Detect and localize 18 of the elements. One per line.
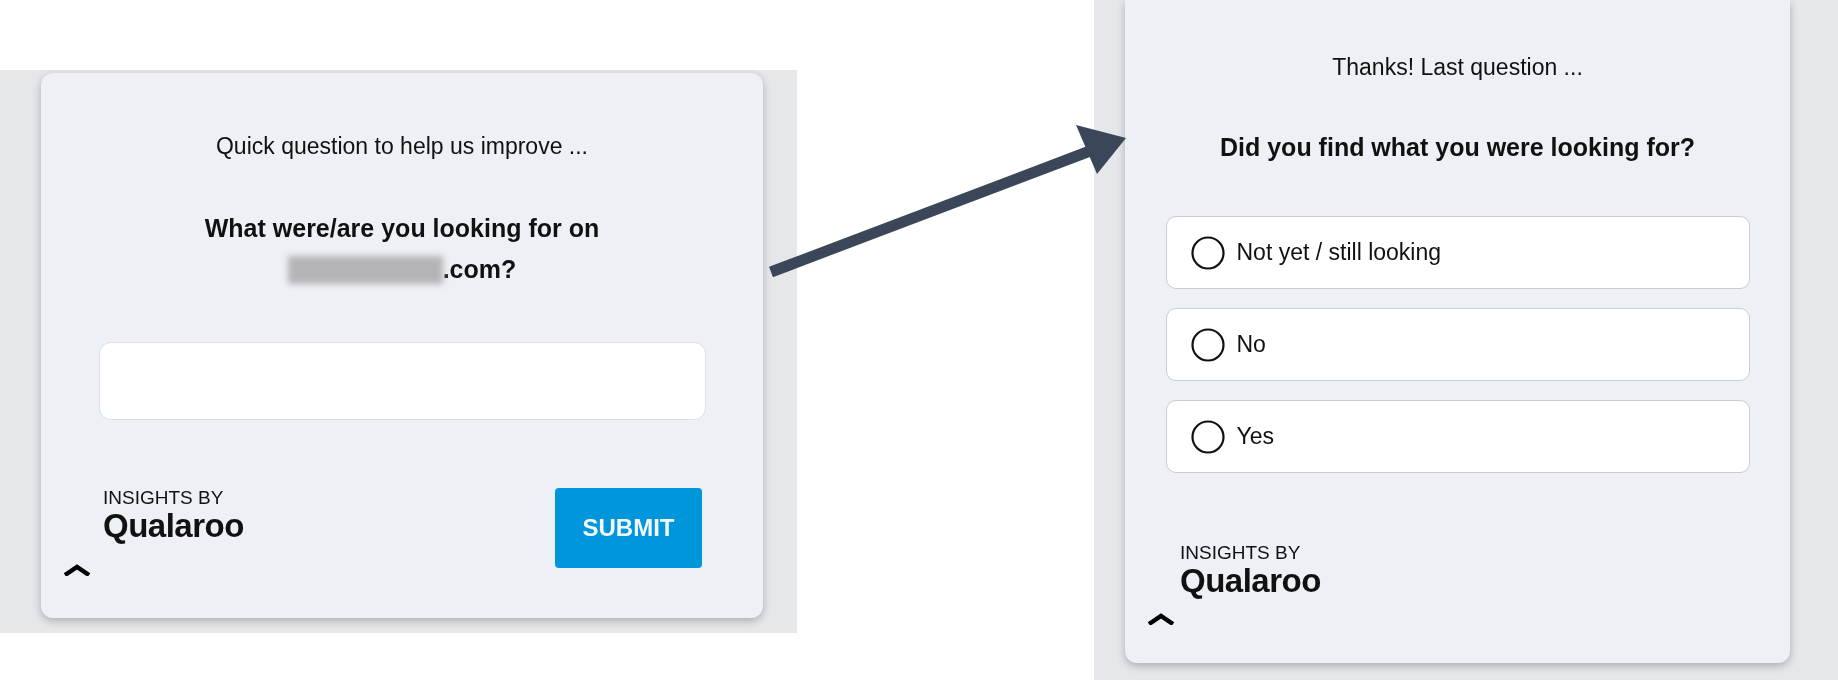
collapse-chevron-icon[interactable] bbox=[63, 564, 91, 576]
brand-logo[interactable]: Qualaroo bbox=[103, 508, 244, 544]
insights-by-caption: INSIGHTS BY bbox=[1180, 543, 1302, 563]
question-text: What were/are you looking for on bbox=[204, 213, 600, 244]
collapse-chevron-icon[interactable] bbox=[1147, 613, 1175, 625]
answer-option[interactable]: Not yet / still looking bbox=[1165, 216, 1750, 289]
brand-logo[interactable]: Qualaroo bbox=[1180, 563, 1735, 599]
radio-button-icon[interactable] bbox=[1190, 419, 1225, 454]
intro-text: Quick question to help us improve ... bbox=[216, 133, 588, 160]
radio-button-icon[interactable] bbox=[1190, 327, 1225, 362]
radio-button-icon[interactable] bbox=[1190, 235, 1225, 270]
answer-option[interactable]: Yes bbox=[1165, 400, 1750, 473]
answer-option[interactable]: No bbox=[1165, 308, 1750, 381]
insights-by-caption: INSIGHTS BY bbox=[103, 488, 225, 508]
answer-field[interactable] bbox=[98, 342, 706, 420]
question-text: Did you find what you were looking for? bbox=[1220, 132, 1695, 163]
intro-text: Thanks! Last question ... bbox=[1332, 54, 1583, 81]
question-domain-suffix: .com? bbox=[442, 254, 517, 285]
